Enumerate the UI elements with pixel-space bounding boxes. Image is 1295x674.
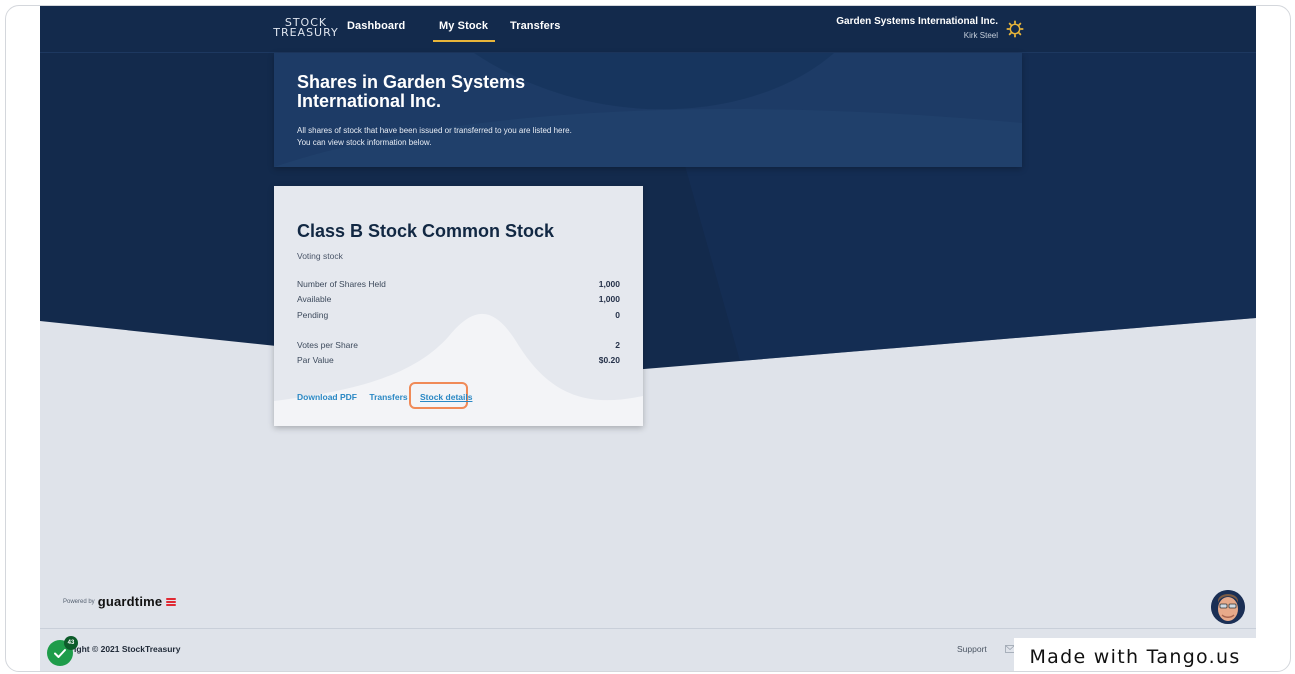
company-name[interactable]: Garden Systems International Inc.: [836, 16, 998, 27]
powered-by-guardtime[interactable]: Powered by guardtime: [63, 594, 177, 609]
avatar-face-icon: [1211, 590, 1245, 624]
app-viewport: STOCK TREASURY Dashboard My Stock Transf…: [40, 6, 1256, 671]
user-name: Kirk Steel: [963, 31, 998, 40]
stock-card: Class B Stock Common Stock Voting stock …: [274, 186, 643, 426]
transfers-link[interactable]: Transfers: [369, 392, 407, 402]
nav-dashboard[interactable]: Dashboard: [347, 20, 405, 32]
gear-icon[interactable]: [1006, 20, 1024, 38]
stock-subtitle: Voting stock: [297, 251, 343, 261]
page-banner: Shares in Garden Systems International I…: [274, 53, 1022, 167]
stock-class-title: Class B Stock Common Stock: [297, 221, 555, 241]
browser-frame: STOCK TREASURY Dashboard My Stock Transf…: [5, 5, 1291, 672]
nav-my-stock[interactable]: My Stock: [432, 20, 496, 42]
footer-divider: [40, 628, 1256, 629]
card-actions: Download PDF Transfers Stock details: [297, 392, 482, 402]
checklist-count: 43: [64, 636, 78, 650]
support-avatar[interactable]: [1211, 590, 1245, 624]
stocktreasury-logo[interactable]: STOCK TREASURY: [273, 17, 339, 42]
page-description: All shares of stock that have been issue…: [297, 126, 572, 147]
download-pdf-link[interactable]: Download PDF: [297, 392, 357, 402]
copyright-text: yright © 2021 StockTreasury: [66, 644, 181, 654]
guardtime-logo: guardtime: [97, 594, 163, 609]
nav-transfers[interactable]: Transfers: [510, 20, 560, 32]
top-navbar: STOCK TREASURY Dashboard My Stock Transf…: [40, 6, 1256, 53]
stock-details-link[interactable]: Stock details: [420, 392, 472, 402]
guardtime-icon: [166, 597, 177, 606]
page-title: Shares in Garden Systems International I…: [297, 72, 526, 111]
tango-watermark: Made with Tango.us: [1014, 638, 1256, 671]
support-link[interactable]: Support: [957, 644, 987, 654]
